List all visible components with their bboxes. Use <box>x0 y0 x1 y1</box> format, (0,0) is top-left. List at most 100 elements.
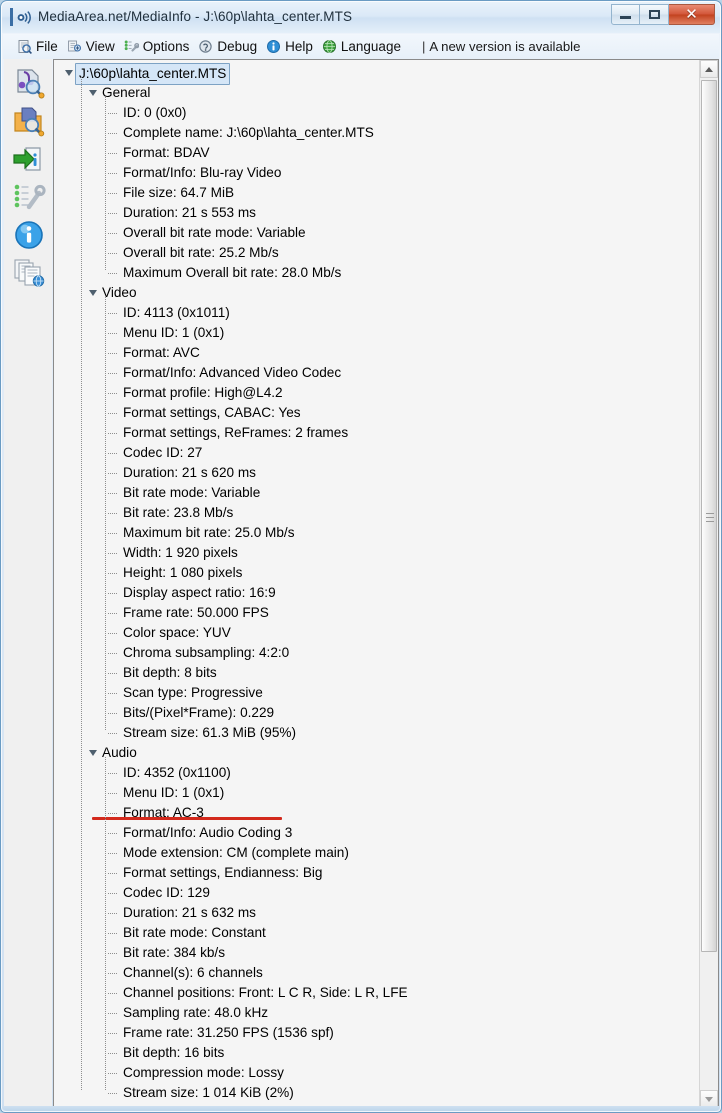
tree-item[interactable]: Bits/(Pixel*Frame): 0.229 <box>57 703 699 723</box>
expand-collapse-arrow-icon[interactable] <box>65 70 73 76</box>
tree-item-label: Overall bit rate mode: Variable <box>123 225 306 240</box>
tree-item[interactable]: Duration: 21 s 553 ms <box>57 203 699 223</box>
tree-item[interactable]: Bit rate mode: Constant <box>57 923 699 943</box>
tree-item[interactable]: Frame rate: 31.250 FPS (1536 spf) <box>57 1023 699 1043</box>
tree-item[interactable]: Bit depth: 8 bits <box>57 663 699 683</box>
tree-item[interactable]: Overall bit rate mode: Variable <box>57 223 699 243</box>
tree-item-label: Channel positions: Front: L C R, Side: L… <box>123 985 408 1000</box>
tree-item[interactable]: Scan type: Progressive <box>57 683 699 703</box>
menu-item-language[interactable]: Language <box>320 38 408 55</box>
window-title: MediaArea.net/MediaInfo - J:\60p\lahta_c… <box>38 9 353 24</box>
tree-connector <box>108 633 117 635</box>
menu-item-view[interactable]: View <box>65 38 122 55</box>
tree-connector <box>108 533 117 535</box>
tree-item[interactable]: Maximum Overall bit rate: 28.0 Mb/s <box>57 263 699 283</box>
tree-item-label: Format/Info: Blu-ray Video <box>123 165 282 180</box>
tree-connector <box>108 273 117 275</box>
close-button[interactable]: ✕ <box>669 4 715 25</box>
tree-item[interactable]: ID: 4352 (0x1100) <box>57 763 699 783</box>
tree-root-node[interactable]: J:\60p\lahta_center.MTS <box>57 63 699 85</box>
new-version-notice[interactable]: | A new version is available <box>422 39 580 54</box>
tree-item[interactable]: Format: BDAV <box>57 143 699 163</box>
tree-item[interactable]: Duration: 21 s 620 ms <box>57 463 699 483</box>
window-bottom-edge <box>2 1106 720 1111</box>
tree-item[interactable]: Compression mode: Lossy <box>57 1063 699 1083</box>
tree-item[interactable]: Mode extension: CM (complete main) <box>57 843 699 863</box>
menu-item-file[interactable]: File <box>15 38 65 55</box>
tree-item[interactable]: Format settings, Endianness: Big <box>57 863 699 883</box>
tree-item[interactable]: Sampling rate: 48.0 kHz <box>57 1003 699 1023</box>
tree-item[interactable]: Frame rate: 50.000 FPS <box>57 603 699 623</box>
expand-collapse-arrow-icon[interactable] <box>89 290 97 296</box>
about-info-icon[interactable] <box>12 218 46 252</box>
tree-connector <box>108 553 117 555</box>
tree-item[interactable]: Format/Info: Blu-ray Video <box>57 163 699 183</box>
tree-item[interactable]: Format: AVC <box>57 343 699 363</box>
tree-item[interactable]: Height: 1 080 pixels <box>57 563 699 583</box>
tree-item[interactable]: Maximum bit rate: 25.0 Mb/s <box>57 523 699 543</box>
scroll-thumb[interactable] <box>701 80 717 952</box>
open-folder-icon[interactable] <box>12 104 46 138</box>
tree-item[interactable]: Width: 1 920 pixels <box>57 543 699 563</box>
tree-section-audio[interactable]: Audio <box>57 743 699 763</box>
tree-item[interactable]: Stream size: 1 014 KiB (2%) <box>57 1083 699 1103</box>
tree-connector <box>108 173 117 175</box>
menu-item-help[interactable]: Help <box>264 38 320 55</box>
menu-item-view-label: View <box>85 39 115 54</box>
tree-section-general[interactable]: General <box>57 83 699 103</box>
tree-item[interactable]: Menu ID: 1 (0x1) <box>57 783 699 803</box>
menu-item-help-label: Help <box>285 39 313 54</box>
tree-item[interactable]: Menu ID: 1 (0x1) <box>57 323 699 343</box>
tree-connector <box>108 573 117 575</box>
tree-item[interactable]: Bit rate mode: Variable <box>57 483 699 503</box>
tree-section-label: Video <box>102 285 137 300</box>
tree-item[interactable]: Chroma subsampling: 4:2:0 <box>57 643 699 663</box>
tool-sidebar <box>4 59 52 1109</box>
tree-item[interactable]: Bit depth: 16 bits <box>57 1043 699 1063</box>
reports-icon[interactable] <box>12 256 46 290</box>
preferences-icon[interactable] <box>12 180 46 214</box>
tree-item[interactable]: Format settings, CABAC: Yes <box>57 403 699 423</box>
tree-item[interactable]: File size: 64.7 MiB <box>57 183 699 203</box>
tree-item[interactable]: Channel positions: Front: L C R, Side: L… <box>57 983 699 1003</box>
minimize-button[interactable] <box>611 4 640 25</box>
tree-viewport[interactable]: J:\60p\lahta_center.MTS General ID: 0 (0x0… <box>54 60 699 1108</box>
maximize-button[interactable] <box>640 4 669 25</box>
tree-item[interactable]: Format profile: High@L4.2 <box>57 383 699 403</box>
tree-item[interactable]: Format: AC-3 <box>57 803 699 823</box>
tree-item[interactable]: Format/Info: Advanced Video Codec <box>57 363 699 383</box>
tree-item[interactable]: Channel(s): 6 channels <box>57 963 699 983</box>
tree-connector <box>108 593 117 595</box>
tree-item[interactable]: Display aspect ratio: 16:9 <box>57 583 699 603</box>
tree-item[interactable]: Codec ID: 129 <box>57 883 699 903</box>
tree-item[interactable]: Overall bit rate: 25.2 Mb/s <box>57 243 699 263</box>
tree-item-label: Bits/(Pixel*Frame): 0.229 <box>123 705 275 720</box>
tree-item[interactable]: Color space: YUV <box>57 623 699 643</box>
expand-collapse-arrow-icon[interactable] <box>89 90 97 96</box>
tree-connector <box>108 313 117 315</box>
tree-item-label: Format/Info: Audio Coding 3 <box>123 825 293 840</box>
tree-item[interactable]: ID: 0 (0x0) <box>57 103 699 123</box>
tree-item[interactable]: Bit rate: 384 kb/s <box>57 943 699 963</box>
tree-section-video[interactable]: Video <box>57 283 699 303</box>
menu-item-debug[interactable]: Debug <box>196 38 264 55</box>
tree-item[interactable]: Format/Info: Audio Coding 3 <box>57 823 699 843</box>
tree-item[interactable]: ID: 4113 (0x1011) <box>57 303 699 323</box>
tree-item[interactable]: Codec ID: 27 <box>57 443 699 463</box>
tree-connector <box>105 757 107 1090</box>
tree-item[interactable]: Format settings, ReFrames: 2 frames <box>57 423 699 443</box>
vertical-scrollbar[interactable] <box>699 60 718 1108</box>
title-bar[interactable]: MediaArea.net/MediaInfo - J:\60p\lahta_c… <box>2 2 720 33</box>
open-file-icon[interactable] <box>12 66 46 100</box>
tree-item[interactable]: Bit rate: 23.8 Mb/s <box>57 503 699 523</box>
tree-item[interactable]: Stream size: 61.3 MiB (95%) <box>57 723 699 743</box>
export-info-icon[interactable] <box>12 142 46 176</box>
tree-item[interactable]: Complete name: J:\60p\lahta_center.MTS <box>57 123 699 143</box>
tree-item[interactable]: Duration: 21 s 632 ms <box>57 903 699 923</box>
expand-collapse-arrow-icon[interactable] <box>89 750 97 756</box>
tree-connector <box>81 77 83 1090</box>
mediainfo-window: MediaArea.net/MediaInfo - J:\60p\lahta_c… <box>0 0 722 1113</box>
scroll-up-button[interactable] <box>700 60 718 78</box>
tree-connector <box>108 993 117 995</box>
menu-item-options[interactable]: Options <box>122 38 197 55</box>
